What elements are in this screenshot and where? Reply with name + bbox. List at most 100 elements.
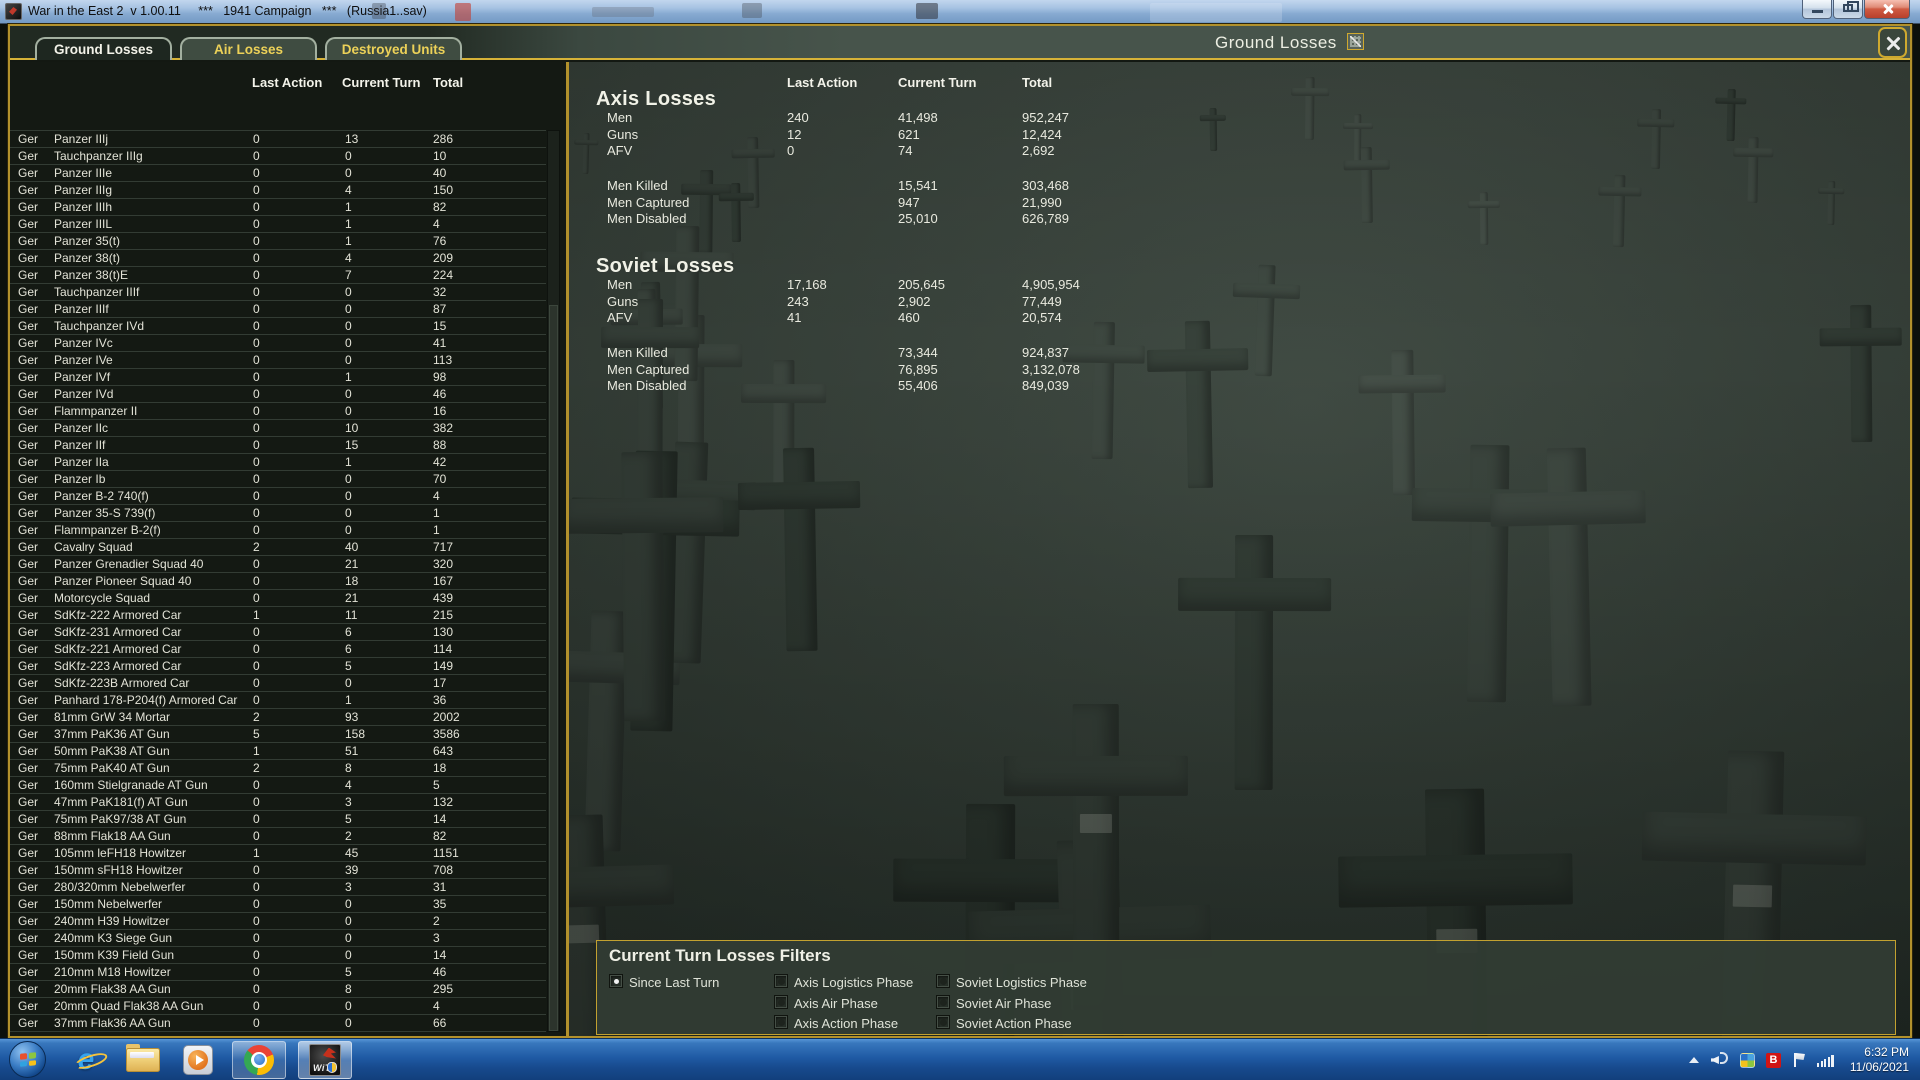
- cell-name: Panzer IIf: [54, 438, 106, 452]
- cell-nat: Ger: [18, 625, 39, 639]
- tab-destroyed-units[interactable]: Destroyed Units: [325, 37, 462, 60]
- table-row: Ger Motorcycle Squad 0 21 439: [10, 590, 546, 607]
- cell-total: 76: [433, 234, 447, 248]
- table-row: Ger Panzer IVc 0 0 41: [10, 335, 546, 352]
- cell-name: Panzer Grenadier Squad 40: [54, 557, 204, 571]
- cell-nat: Ger: [18, 421, 39, 435]
- cell-name: Panhard 178-P204(f) Armored Car: [54, 693, 238, 707]
- summary-turn: 15,541: [898, 178, 938, 193]
- checkbox-label: Soviet Logistics Phase: [956, 975, 1087, 990]
- tab-ground-losses[interactable]: Ground Losses: [35, 37, 172, 60]
- cell-last: 2: [253, 710, 260, 724]
- summary-total: 4,905,954: [1022, 277, 1080, 292]
- losses-detail-icon[interactable]: [1347, 33, 1364, 50]
- summary-row: Men 17,168 205,645 4,905,954: [569, 277, 1910, 294]
- tab-air-losses[interactable]: Air Losses: [180, 37, 317, 60]
- cell-total: 1: [433, 506, 440, 520]
- cell-name: Panzer IIa: [54, 455, 109, 469]
- cell-name: 47mm PaK181(f) AT Gun: [54, 795, 188, 809]
- cell-turn: 7: [345, 268, 352, 282]
- background-window-artifact: [742, 3, 762, 18]
- volume-icon[interactable]: [1710, 1052, 1729, 1066]
- summary-headers: Last Action Current Turn Total: [569, 75, 1910, 91]
- cell-name: Panzer Ib: [54, 472, 106, 486]
- table-row: Ger Panzer Pioneer Squad 40 0 18 167: [10, 573, 546, 590]
- table-row: Ger 37mm PaK36 AT Gun 5 158 3586: [10, 726, 546, 743]
- cell-name: 75mm PaK97/38 AT Gun: [54, 812, 187, 826]
- taskbar-clock[interactable]: 6:32 PM 11/06/2021: [1850, 1045, 1909, 1075]
- dialog-header: Ground Losses Air Losses Destroyed Units G…: [10, 26, 1910, 60]
- clock-time: 6:32 PM: [1864, 1045, 1909, 1059]
- summary-label: Men: [607, 277, 633, 292]
- restore-button[interactable]: [1833, 0, 1863, 19]
- cell-name: Panzer IVd: [54, 387, 114, 401]
- table-row: Ger 47mm PaK181(f) AT Gun 0 3 132: [10, 794, 546, 811]
- cell-last: 0: [253, 999, 260, 1013]
- checkbox-label: Axis Action Phase: [794, 1016, 899, 1031]
- media-player-icon[interactable]: [176, 1041, 220, 1079]
- cell-nat: Ger: [18, 608, 39, 622]
- summary-row: Men Killed 15,541 303,468: [569, 178, 1910, 195]
- cell-nat: Ger: [18, 591, 39, 605]
- background-window-artifact: [372, 3, 386, 19]
- table-scrollbar[interactable]: [547, 130, 560, 1032]
- update-icon[interactable]: [1739, 1052, 1755, 1068]
- cell-last: 1: [253, 846, 260, 860]
- network-icon[interactable]: [1816, 1054, 1835, 1067]
- start-button[interactable]: [9, 1041, 46, 1078]
- cell-name: Tauchpanzer IIIg: [54, 149, 143, 163]
- current-turn-filters-panel: Current Turn Losses Filters Since Last T…: [596, 940, 1896, 1035]
- table-row: Ger Panzer 35-S 739(f) 0 0 1: [10, 505, 546, 522]
- summary-turn: 460: [898, 310, 920, 325]
- cell-last: 0: [253, 285, 260, 299]
- cell-turn: 0: [345, 948, 352, 962]
- cell-name: SdKfz-221 Armored Car: [54, 642, 182, 656]
- cell-turn: 6: [345, 642, 352, 656]
- losses-summary-panel: Last Action Current Turn Total Axis Loss…: [569, 62, 1910, 1036]
- chrome-icon[interactable]: [232, 1040, 286, 1079]
- close-icon[interactable]: [1878, 27, 1907, 58]
- cell-nat: Ger: [18, 880, 39, 894]
- table-row: Ger Panzer IIc 0 10 382: [10, 420, 546, 437]
- cell-turn: 1: [345, 370, 352, 384]
- summary-total: 21,990: [1022, 194, 1062, 210]
- table-row: Ger SdKfz-221 Armored Car 0 6 114: [10, 641, 546, 658]
- phase-checkbox[interactable]: [774, 1015, 788, 1029]
- checkbox-label: Axis Air Phase: [794, 995, 878, 1011]
- scrollbar-thumb[interactable]: [549, 305, 558, 1031]
- phase-checkbox[interactable]: [774, 974, 788, 988]
- action-center-flag-icon[interactable]: [1792, 1053, 1806, 1067]
- cell-last: 0: [253, 183, 260, 197]
- cell-nat: Ger: [18, 455, 39, 469]
- cell-total: 439: [433, 591, 454, 605]
- phase-checkbox[interactable]: [936, 974, 950, 988]
- cell-name: 160mm Stielgranade AT Gun: [54, 778, 208, 792]
- cell-last: 0: [253, 421, 260, 435]
- cell-name: Panzer Pioneer Squad 40: [54, 574, 192, 588]
- summary-label: Men Disabled: [607, 211, 687, 226]
- close-window-button[interactable]: [1864, 0, 1910, 19]
- wite2-game-icon[interactable]: WiT2: [298, 1040, 352, 1079]
- internet-explorer-icon[interactable]: e: [64, 1041, 109, 1079]
- summary-row: Men 240 41,498 952,247: [569, 110, 1910, 127]
- checkbox-label: Axis Logistics Phase: [794, 975, 914, 990]
- minimize-button[interactable]: [1802, 0, 1832, 19]
- cell-last: 0: [253, 693, 260, 707]
- phase-checkbox[interactable]: [936, 994, 950, 1009]
- file-explorer-icon[interactable]: [120, 1041, 164, 1079]
- unit-losses-panel: Last Action Current Turn Total Ger Panzer…: [10, 62, 566, 1036]
- column-header-last-action: Last Action: [787, 75, 858, 90]
- table-row: Ger 88mm Flak18 AA Gun 0 2 82: [10, 828, 546, 845]
- cell-nat: Ger: [18, 676, 39, 690]
- since-last-turn-radio[interactable]: [609, 974, 623, 988]
- phase-checkbox[interactable]: [774, 994, 788, 1009]
- summary-total: 303,468: [1022, 178, 1069, 193]
- phase-checkbox[interactable]: [936, 1015, 950, 1029]
- antivirus-icon[interactable]: B: [1765, 1052, 1781, 1068]
- table-row: Ger Panzer IVf 0 1 98: [10, 369, 546, 386]
- cell-nat: Ger: [18, 795, 39, 809]
- cell-nat: Ger: [18, 302, 39, 316]
- hidden-icons-arrow[interactable]: [1688, 1057, 1699, 1063]
- table-row: Ger SdKfz-231 Armored Car 0 6 130: [10, 624, 546, 641]
- cell-total: 717: [433, 540, 454, 554]
